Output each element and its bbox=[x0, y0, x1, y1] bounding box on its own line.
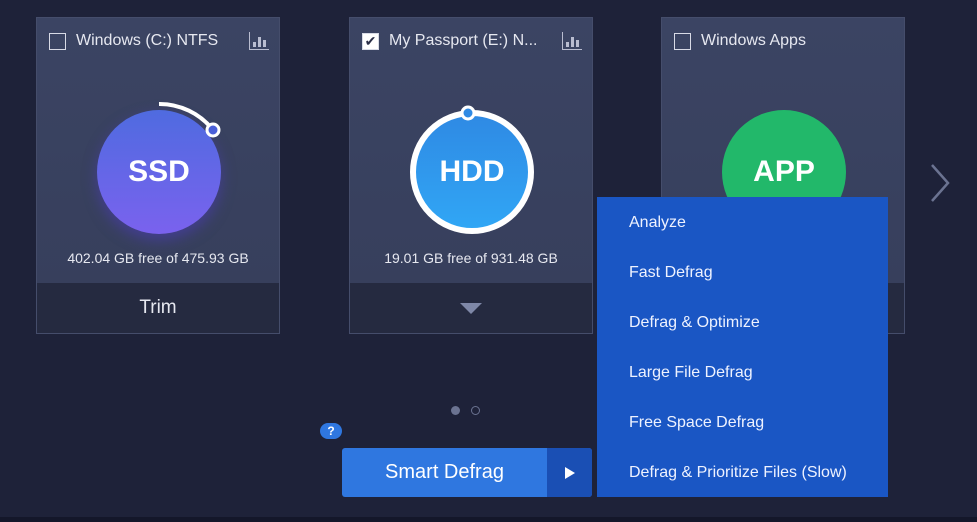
drive-label: Windows Apps bbox=[701, 32, 806, 49]
help-icon[interactable]: ? bbox=[320, 423, 342, 439]
menu-item-defrag-prioritize[interactable]: Defrag & Prioritize Files (Slow) bbox=[597, 447, 888, 497]
chart-icon[interactable] bbox=[249, 32, 269, 50]
trim-button[interactable]: Trim bbox=[37, 283, 279, 333]
drive-checkbox[interactable] bbox=[49, 32, 66, 50]
smart-defrag-button[interactable]: Smart Defrag bbox=[342, 448, 592, 497]
play-arrow-icon bbox=[564, 466, 575, 479]
defrag-menu: Analyze Fast Defrag Defrag & Optimize La… bbox=[597, 197, 888, 497]
free-space: 19.01 GB free of 931.48 GB bbox=[384, 250, 558, 266]
chevron-right-icon[interactable] bbox=[928, 163, 952, 203]
drive-checkbox[interactable] bbox=[674, 32, 691, 50]
chart-icon[interactable] bbox=[562, 32, 582, 50]
hdd-icon: HDD bbox=[410, 105, 534, 234]
menu-item-fast-defrag[interactable]: Fast Defrag bbox=[597, 247, 888, 297]
menu-item-defrag-optimize[interactable]: Defrag & Optimize bbox=[597, 297, 888, 347]
drive-checkbox[interactable]: ✔ bbox=[362, 32, 379, 50]
drive-label: Windows (C:) NTFS bbox=[76, 32, 219, 49]
free-space: 402.04 GB free of 475.93 GB bbox=[67, 250, 249, 266]
page-dot[interactable] bbox=[471, 406, 480, 415]
menu-item-analyze[interactable]: Analyze bbox=[597, 197, 888, 247]
menu-item-free-space-defrag[interactable]: Free Space Defrag bbox=[597, 397, 888, 447]
drive-card-c[interactable]: Windows (C:) NTFS SSD 402.04 GB free of … bbox=[36, 17, 280, 334]
drive-card-e[interactable]: ✔ My Passport (E:) N... HDD 19.01 GB free… bbox=[349, 17, 593, 334]
page-dot-active[interactable] bbox=[451, 406, 460, 415]
drive-label: My Passport (E:) N... bbox=[389, 32, 538, 49]
menu-item-large-file-defrag[interactable]: Large File Defrag bbox=[597, 347, 888, 397]
smart-defrag-label[interactable]: Smart Defrag bbox=[342, 448, 547, 497]
defrag-options-button[interactable] bbox=[547, 448, 592, 497]
bottom-bar bbox=[0, 517, 977, 522]
triangle-down-icon bbox=[460, 302, 482, 314]
ssd-icon: SSD bbox=[97, 101, 221, 234]
expand-button[interactable] bbox=[350, 283, 592, 333]
